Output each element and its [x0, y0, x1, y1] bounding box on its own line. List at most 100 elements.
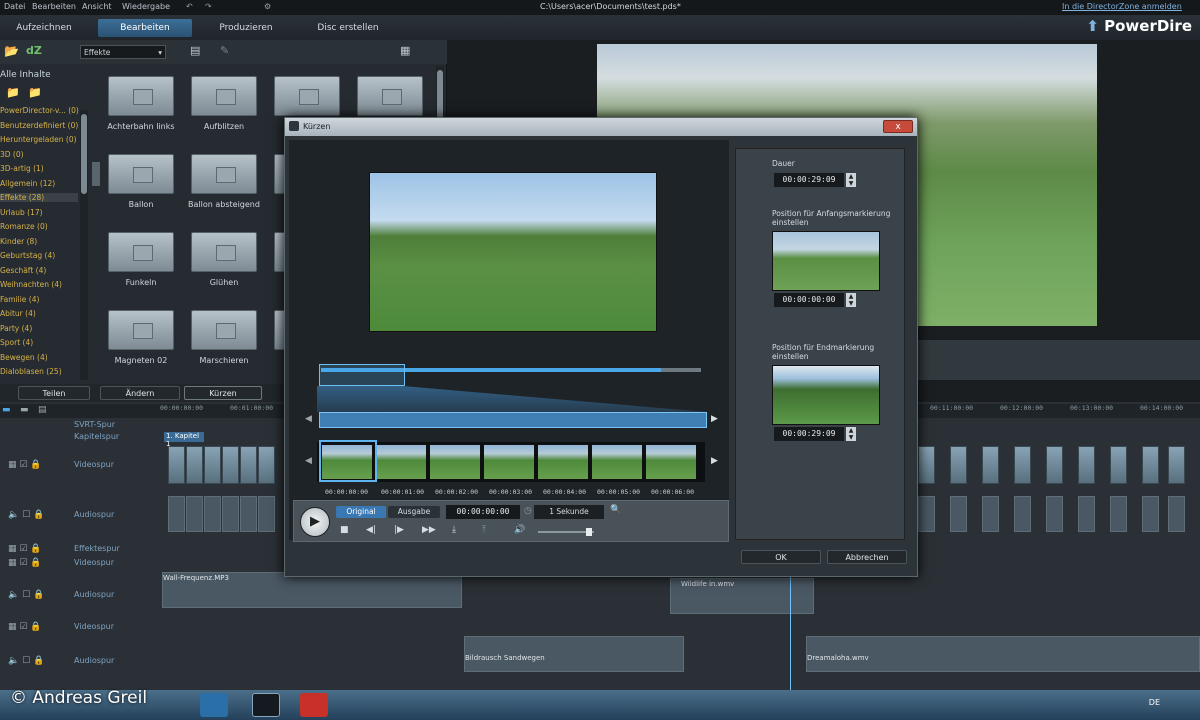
- undo-icon[interactable]: ↶: [186, 2, 193, 11]
- menu-wiedergabe[interactable]: Wiedergabe: [122, 2, 170, 11]
- video-clip[interactable]: [1046, 446, 1063, 484]
- track-header[interactable]: 🔈 ☐ 🔒 Audiospur: [0, 590, 160, 602]
- track-controls-icon[interactable]: 🔈 ☐ 🔒: [8, 590, 44, 600]
- dz-icon[interactable]: dZ: [26, 44, 42, 57]
- ok-button[interactable]: OK: [741, 550, 821, 564]
- track-controls-icon[interactable]: 🔈 ☐ 🔒: [8, 510, 44, 520]
- video-clip[interactable]: [918, 446, 935, 484]
- audio-clip[interactable]: Wildlife in.wmv: [670, 578, 814, 614]
- category-item[interactable]: Dialoblasen (25): [0, 367, 78, 376]
- mark-out-icon[interactable]: ⤒: [482, 525, 486, 535]
- duration-stepper[interactable]: ▲ ▼: [846, 173, 856, 187]
- category-item[interactable]: Geburtstag (4): [0, 251, 78, 260]
- category-item[interactable]: Abitur (4): [0, 309, 78, 318]
- duration-field[interactable]: 00:00:29:09: [774, 173, 844, 187]
- audio-clip[interactable]: [1142, 496, 1159, 532]
- volume-icon[interactable]: 🔊: [514, 525, 525, 535]
- film-frame[interactable]: [591, 444, 643, 480]
- trim-preview-video[interactable]: [369, 172, 657, 332]
- current-frame-marker[interactable]: [319, 440, 377, 482]
- video-clip[interactable]: [204, 446, 221, 484]
- track-header[interactable]: ▦ ☑ 🔒 Effektespur: [0, 544, 160, 556]
- audio-clip[interactable]: [1110, 496, 1127, 532]
- video-clip[interactable]: [1078, 446, 1095, 484]
- start-stepper[interactable]: ▲ ▼: [846, 293, 856, 307]
- folder-open-icon[interactable]: 📁: [6, 86, 20, 99]
- effect-tile[interactable]: [191, 76, 257, 116]
- audio-clip[interactable]: [1014, 496, 1031, 532]
- track-header[interactable]: 🔈 ☐ 🔒 Audiospur: [0, 656, 160, 668]
- folder-icon-2[interactable]: 📁: [28, 86, 42, 99]
- category-item[interactable]: Weihnachten (4): [0, 280, 78, 289]
- video-clip[interactable]: [1142, 446, 1159, 484]
- video-clip[interactable]: [1014, 446, 1031, 484]
- stop-icon[interactable]: ■: [340, 525, 349, 535]
- audio-clip[interactable]: [918, 496, 935, 532]
- track-header[interactable]: SVRT-Spur: [0, 420, 160, 432]
- redo-icon[interactable]: ↷: [205, 2, 212, 11]
- audio-clip[interactable]: Bildrausch Sandwegen: [464, 636, 684, 672]
- track-header[interactable]: ▦ ☑ 🔒 Videospur: [0, 622, 160, 634]
- zoom-icon[interactable]: 🔍: [610, 505, 621, 515]
- filmstrip-right-icon[interactable]: ▶: [711, 456, 718, 466]
- effect-tile[interactable]: [357, 76, 423, 116]
- category-item[interactable]: Allgemein (12): [0, 179, 78, 188]
- effect-tile[interactable]: [108, 232, 174, 272]
- track-controls-icon[interactable]: ▦ ☑ 🔒: [8, 622, 42, 632]
- category-item[interactable]: Urlaub (17): [0, 208, 78, 217]
- film-frame[interactable]: [429, 444, 481, 480]
- play-icon[interactable]: ▶: [300, 507, 330, 537]
- mark-in-icon[interactable]: ⤓: [452, 525, 456, 535]
- fast-forward-icon[interactable]: ▶▶: [422, 525, 436, 535]
- storyboard-icon[interactable]: ▬: [20, 405, 29, 415]
- folder-icon[interactable]: 📂: [4, 44, 19, 58]
- video-clip[interactable]: [186, 446, 203, 484]
- effect-tile[interactable]: [108, 310, 174, 350]
- menu-datei[interactable]: Datei: [4, 2, 25, 11]
- start-field[interactable]: 00:00:00:00: [774, 293, 844, 307]
- collapse-handle[interactable]: [92, 162, 100, 186]
- category-item[interactable]: Geschäft (4): [0, 266, 78, 275]
- video-clip[interactable]: [222, 446, 239, 484]
- audio-clip[interactable]: [240, 496, 257, 532]
- track-controls-icon[interactable]: ▦ ☑ 🔒: [8, 544, 42, 554]
- category-item[interactable]: Benutzerdefiniert (0): [0, 121, 78, 130]
- all-content-label[interactable]: Alle Inhalte: [0, 70, 51, 80]
- video-clip[interactable]: [1168, 446, 1185, 484]
- video-clip[interactable]: [258, 446, 275, 484]
- tab-produzieren[interactable]: Produzieren: [206, 19, 286, 37]
- category-item[interactable]: Kinder (8): [0, 237, 78, 246]
- audio-clip[interactable]: [982, 496, 999, 532]
- tab-aufzeichnen[interactable]: Aufzeichnen: [8, 19, 80, 37]
- filmstrip-left-icon[interactable]: ◀: [305, 456, 312, 466]
- category-scrollbar[interactable]: [80, 110, 88, 380]
- category-item[interactable]: 3D-artig (1): [0, 164, 78, 173]
- audio-clip[interactable]: [258, 496, 275, 532]
- effect-tile[interactable]: [191, 310, 257, 350]
- category-item[interactable]: Sport (4): [0, 338, 78, 347]
- video-clip[interactable]: [168, 446, 185, 484]
- audio-clip[interactable]: [1078, 496, 1095, 532]
- mode-output-button[interactable]: Ausgabe: [388, 506, 440, 518]
- audio-clip[interactable]: [950, 496, 967, 532]
- film-frame[interactable]: [645, 444, 697, 480]
- mode-original-button[interactable]: Original: [336, 506, 386, 518]
- track-header[interactable]: Kapitelspur: [0, 432, 160, 444]
- audio-clip[interactable]: [204, 496, 221, 532]
- video-clip[interactable]: [1110, 446, 1127, 484]
- audio-clip[interactable]: Wall-Frequenz.MP3: [162, 572, 462, 608]
- track-manager-icon[interactable]: ▤: [38, 405, 47, 415]
- video-clip[interactable]: [950, 446, 967, 484]
- category-item[interactable]: Effekte (28): [0, 193, 78, 202]
- grid-view-icon[interactable]: ▦: [400, 44, 410, 57]
- category-item[interactable]: 3D (0): [0, 150, 78, 159]
- audio-clip[interactable]: [1168, 496, 1185, 532]
- cancel-button[interactable]: Abbrechen: [827, 550, 907, 564]
- category-item[interactable]: Bewegen (4): [0, 353, 78, 362]
- effect-tile[interactable]: [191, 154, 257, 194]
- tab-bearbeiten[interactable]: Bearbeiten: [98, 19, 192, 37]
- close-button[interactable]: x: [883, 120, 913, 133]
- audio-clip[interactable]: [186, 496, 203, 532]
- category-item[interactable]: Romanze (0): [0, 222, 78, 231]
- category-item[interactable]: Familie (4): [0, 295, 78, 304]
